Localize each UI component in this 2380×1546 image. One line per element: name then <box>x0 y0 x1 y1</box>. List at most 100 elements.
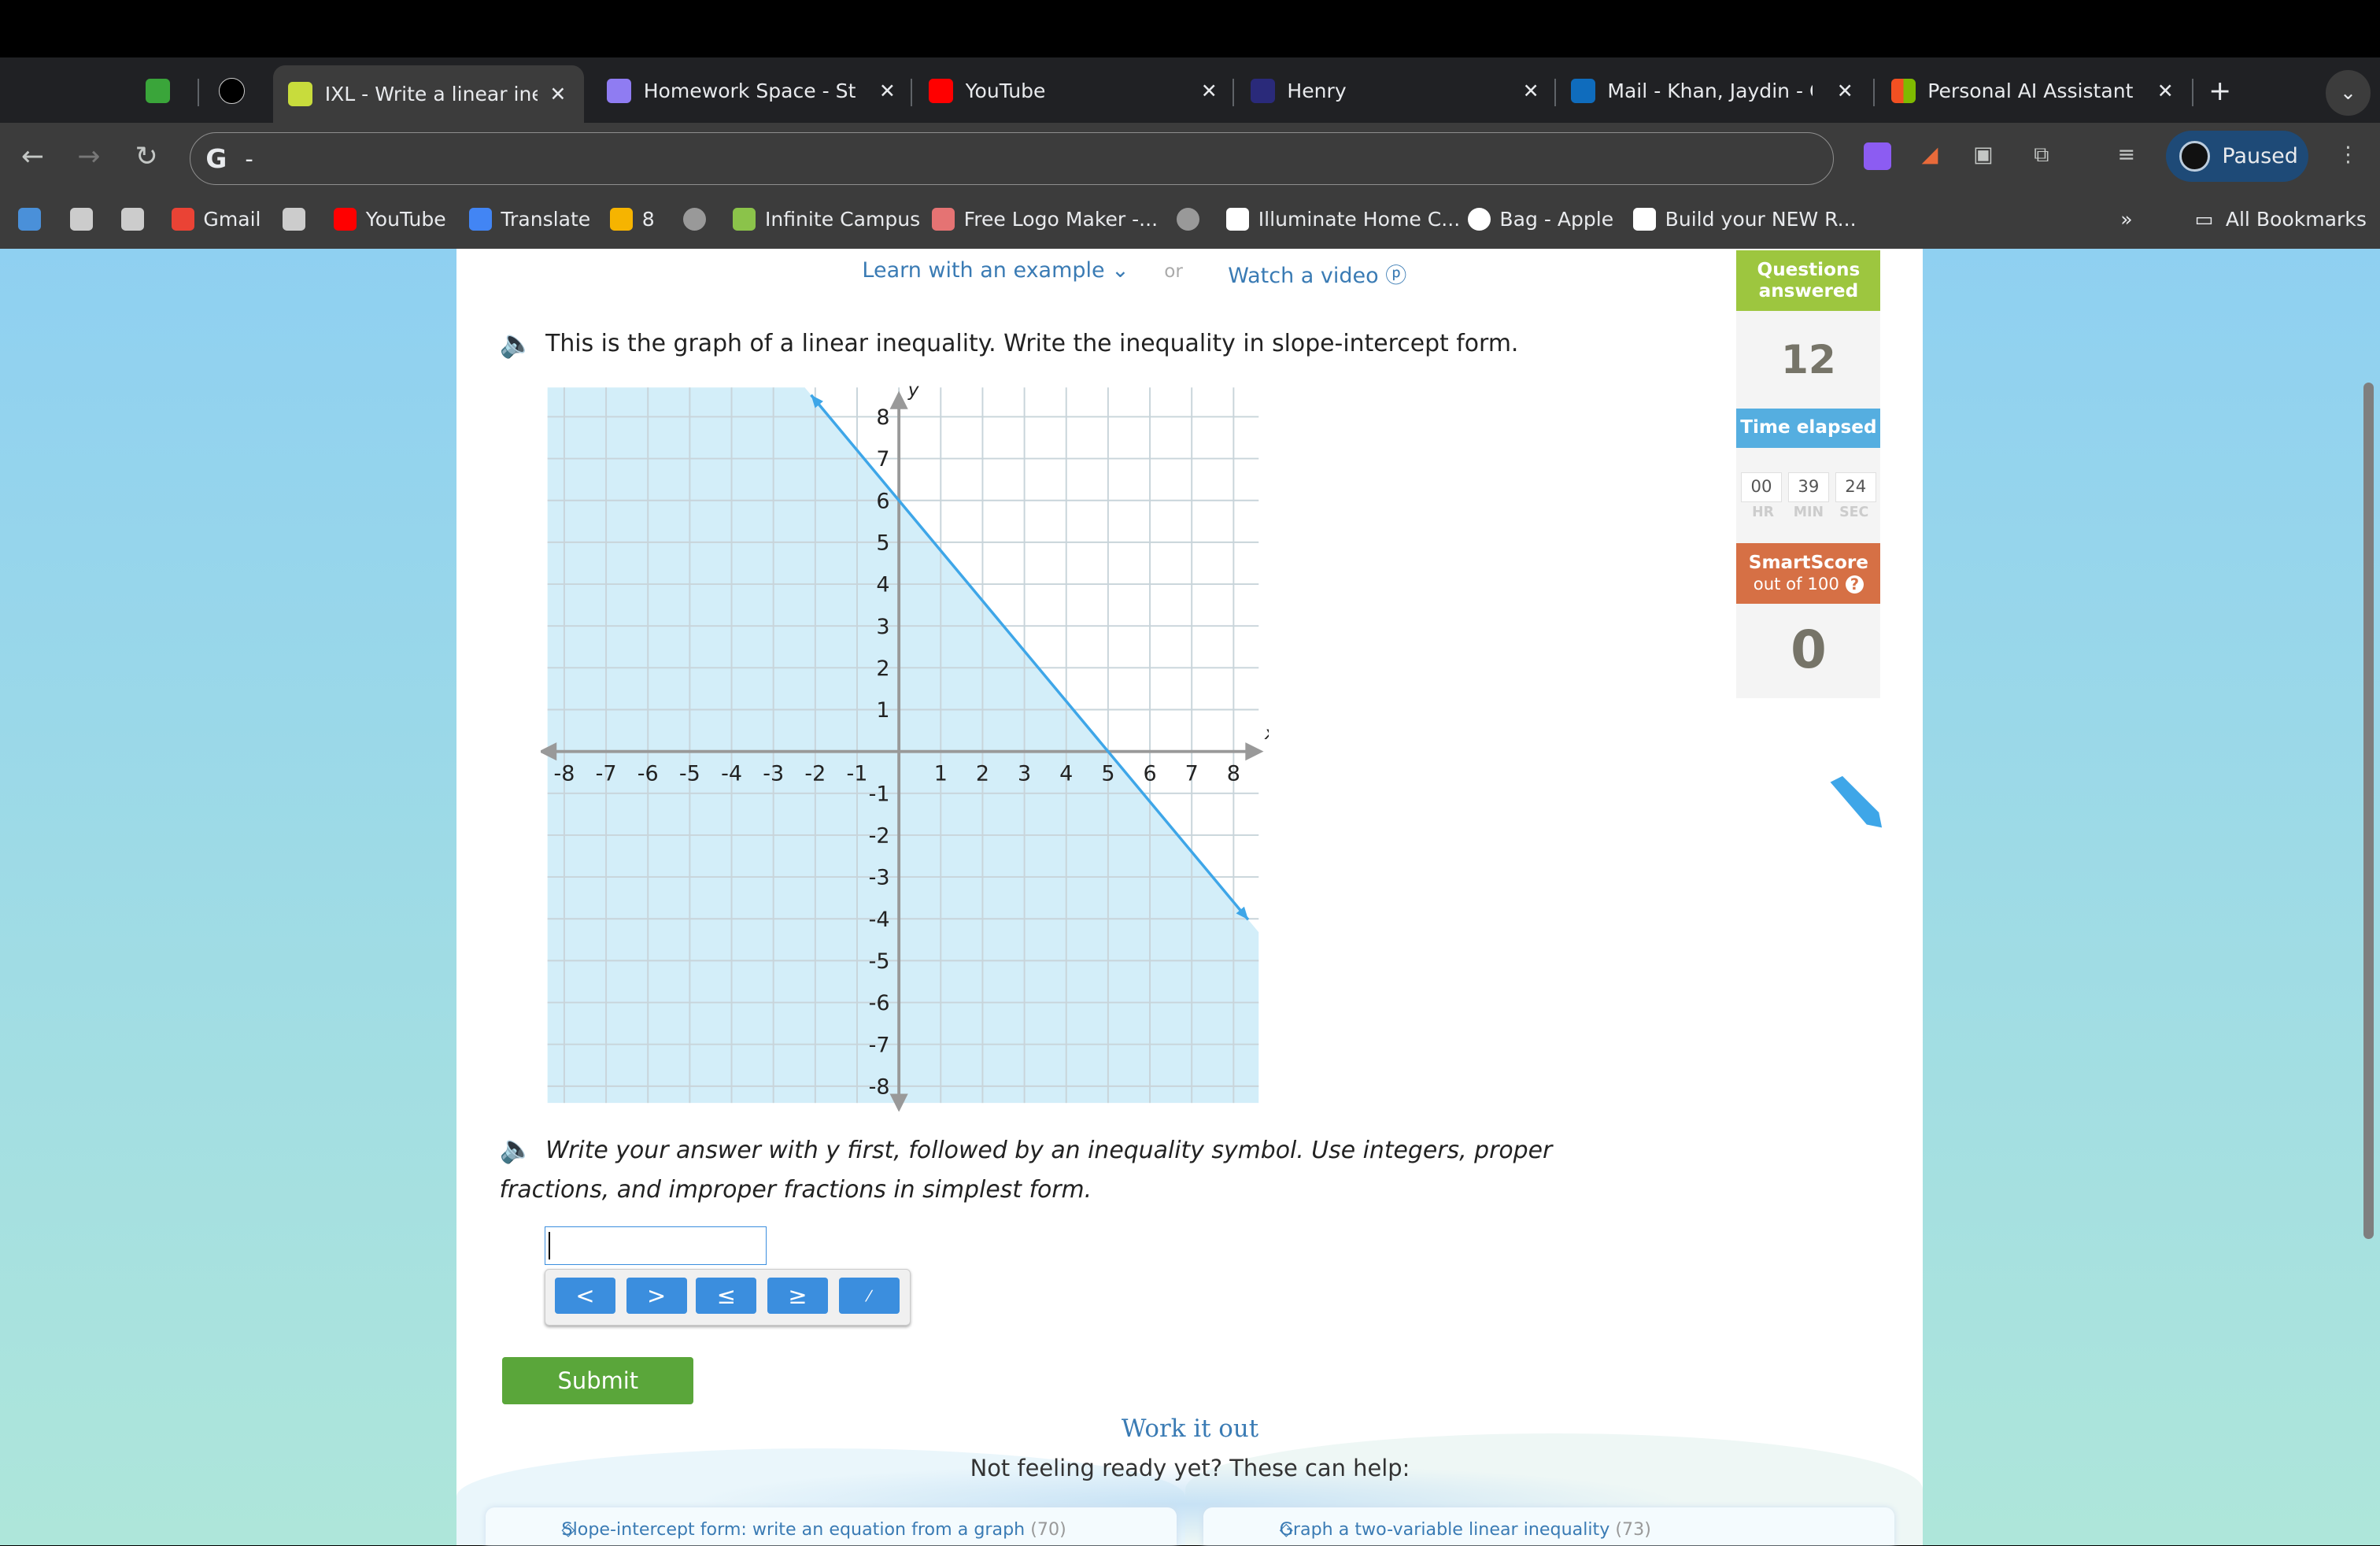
media-control-icon[interactable]: ≡ <box>2117 142 2145 170</box>
bookmark-label: Gmail <box>203 208 261 231</box>
x-tick-label: -4 <box>721 761 742 786</box>
watch-video-link[interactable]: Watch a video ⓟ <box>1228 258 1406 289</box>
answer-input[interactable] <box>545 1226 767 1265</box>
question-prompt: 🔈 This is the graph of a linear inequalit… <box>499 328 1518 360</box>
extension-icon[interactable]: ▣ <box>1973 142 2001 170</box>
less-than-key[interactable]: < <box>554 1277 616 1315</box>
learn-with-example-link[interactable]: Learn with an example ⌄ <box>862 258 1129 283</box>
bookmark-icon[interactable] <box>18 208 50 231</box>
extensions-puzzle-icon[interactable]: ⧉ <box>2034 142 2061 170</box>
henry-favicon-icon <box>1251 79 1275 104</box>
x-tick-label: -8 <box>553 761 575 786</box>
y-tick-label: -5 <box>868 949 889 974</box>
help-card-slope-intercept[interactable]: ◇ Slope-intercept form: write an equation… <box>486 1507 1177 1546</box>
tab-ixl[interactable]: IXL - Write a linear ineq ✕ <box>273 65 585 124</box>
y-tick-label: 7 <box>876 447 889 472</box>
x-tick-label: -1 <box>846 761 867 786</box>
bookmark-globe[interactable] <box>1176 208 1208 231</box>
bookmark-roblox[interactable] <box>121 208 153 231</box>
questions-answered-value: 12 <box>1736 311 1881 409</box>
bookmark-label: Free Logo Maker -... <box>963 208 1159 231</box>
help-card-title: Graph a two-variable linear inequality <box>1279 1519 1610 1540</box>
speaker-icon[interactable]: 🔈 <box>499 328 533 360</box>
bookmark-build[interactable]: Build your NEW R... <box>1633 208 1857 231</box>
bookmark-free-logo-maker[interactable]: Free Logo Maker -... <box>932 208 1158 231</box>
pencil-icon[interactable] <box>1821 773 1885 837</box>
x-tick-label: 2 <box>975 761 989 786</box>
bookmark-roblox[interactable] <box>69 208 102 231</box>
bookmark-infinite-campus[interactable]: Infinite Campus <box>733 208 920 231</box>
or-text: or <box>1164 261 1183 282</box>
y-tick-label: 1 <box>876 698 889 723</box>
y-tick-label: -3 <box>868 866 889 890</box>
bookmark-apple[interactable]: Bag - Apple <box>1467 208 1614 231</box>
extension-icon[interactable]: ◢ <box>1922 142 1949 170</box>
screen: IXL - Write a linear ineq ✕ Homework Spa… <box>0 0 2380 1546</box>
tab-youtube[interactable]: YouTube ✕ <box>929 70 1218 113</box>
bookmark-youtube[interactable]: YouTube <box>334 208 446 231</box>
homework-favicon-icon <box>607 79 632 104</box>
x-tick-label: 8 <box>1226 761 1240 786</box>
bookmark-globe[interactable] <box>682 208 715 231</box>
scrollbar[interactable] <box>2363 382 2374 1239</box>
more-bookmarks-button[interactable]: » <box>2120 208 2132 231</box>
x-axis-label: x <box>1264 723 1269 744</box>
greater-than-or-equal-key[interactable]: ≥ <box>767 1277 829 1315</box>
bookmark-roblox[interactable] <box>282 208 314 231</box>
answer-instructions: 🔈 Write your answer with y first, followe… <box>499 1130 1592 1210</box>
help-icon[interactable]: ? <box>1845 575 1864 594</box>
y-tick-label: 2 <box>876 656 889 681</box>
smartscore-header: SmartScore out of 100 ? <box>1736 543 1881 605</box>
reload-icon[interactable]: ↻ <box>135 141 158 172</box>
speaker-icon[interactable]: 🔈 <box>499 1134 533 1165</box>
bookmark-label: Bag - Apple <box>1499 208 1614 231</box>
microsoft-favicon-icon <box>1890 79 1916 104</box>
bookmark-label: 8 <box>641 208 655 231</box>
tab-title: IXL - Write a linear ineq <box>324 83 538 106</box>
close-tab-icon[interactable]: ✕ <box>1201 80 1218 102</box>
tab-henry[interactable]: Henry ✕ <box>1251 70 1539 113</box>
help-card-graph-inequality[interactable]: ◇ Graph a two-variable linear inequality … <box>1203 1507 1894 1546</box>
y-tick-label: 4 <box>876 573 889 597</box>
forward-icon[interactable]: → <box>77 141 100 172</box>
bookmark-8[interactable]: 8 <box>610 208 655 231</box>
tab-title: YouTube <box>965 80 1046 103</box>
bookmark-translate[interactable]: Translate <box>468 208 590 231</box>
close-tab-icon[interactable]: ✕ <box>549 83 566 105</box>
shaded-region <box>547 387 1258 1104</box>
extension-icon[interactable] <box>1864 142 1891 170</box>
tab-title: Mail - Khan, Jaydin - O <box>1607 80 1813 103</box>
submit-button[interactable]: Submit <box>502 1357 694 1404</box>
menu-kebab-icon[interactable]: ⋮ <box>2338 142 2365 170</box>
link-label: Learn with an example <box>862 257 1105 283</box>
address-bar[interactable]: G- <box>190 131 1834 186</box>
tab-homework[interactable]: Homework Space - Stu ✕ <box>607 70 896 113</box>
pinned-tab-openai[interactable] <box>218 70 249 113</box>
pinned-tab[interactable] <box>146 70 176 113</box>
all-bookmarks-button[interactable]: ▭ All Bookmarks <box>2195 208 2367 231</box>
bookmark-gmail[interactable]: Gmail <box>171 208 261 231</box>
tab-ai-assistant[interactable]: Personal AI Assistant | ✕ <box>1890 70 2174 113</box>
smartscore-sub: out of 100 <box>1753 574 1839 594</box>
bookmark-label: Infinite Campus <box>764 208 921 231</box>
stats-sidebar: Questions answered 12 Time elapsed 00 39… <box>1736 249 1881 699</box>
y-axis-arrow <box>889 390 908 409</box>
back-icon[interactable]: ← <box>21 141 44 172</box>
fraction-key[interactable]: ⁄ <box>838 1277 900 1315</box>
tab-search-chevron-icon[interactable]: ⌄ <box>2325 69 2371 116</box>
new-tab-button[interactable]: + <box>2208 70 2231 113</box>
x-tick-label: 5 <box>1101 761 1114 786</box>
greater-than-key[interactable]: > <box>626 1277 687 1315</box>
close-tab-icon[interactable]: ✕ <box>2157 80 2174 102</box>
close-tab-icon[interactable]: ✕ <box>1523 80 1539 102</box>
close-tab-icon[interactable]: ✕ <box>1837 80 1853 102</box>
less-than-or-equal-key[interactable]: ≤ <box>696 1277 757 1315</box>
profile-button[interactable]: Paused <box>2166 130 2309 183</box>
link-label: Watch a video <box>1228 263 1379 288</box>
close-tab-icon[interactable]: ✕ <box>879 80 896 102</box>
tab-title: Personal AI Assistant | <box>1927 80 2133 103</box>
tab-mail[interactable]: Mail - Khan, Jaydin - O ✕ <box>1571 70 1853 113</box>
bookmark-illuminate[interactable]: Illuminate Home C... <box>1226 208 1460 231</box>
browser-toolbar: ← → ↻ G- ◢ ▣ ⧉ ≡ Paused ⋮ <box>0 123 2380 193</box>
x-tick-label: -7 <box>595 761 616 786</box>
